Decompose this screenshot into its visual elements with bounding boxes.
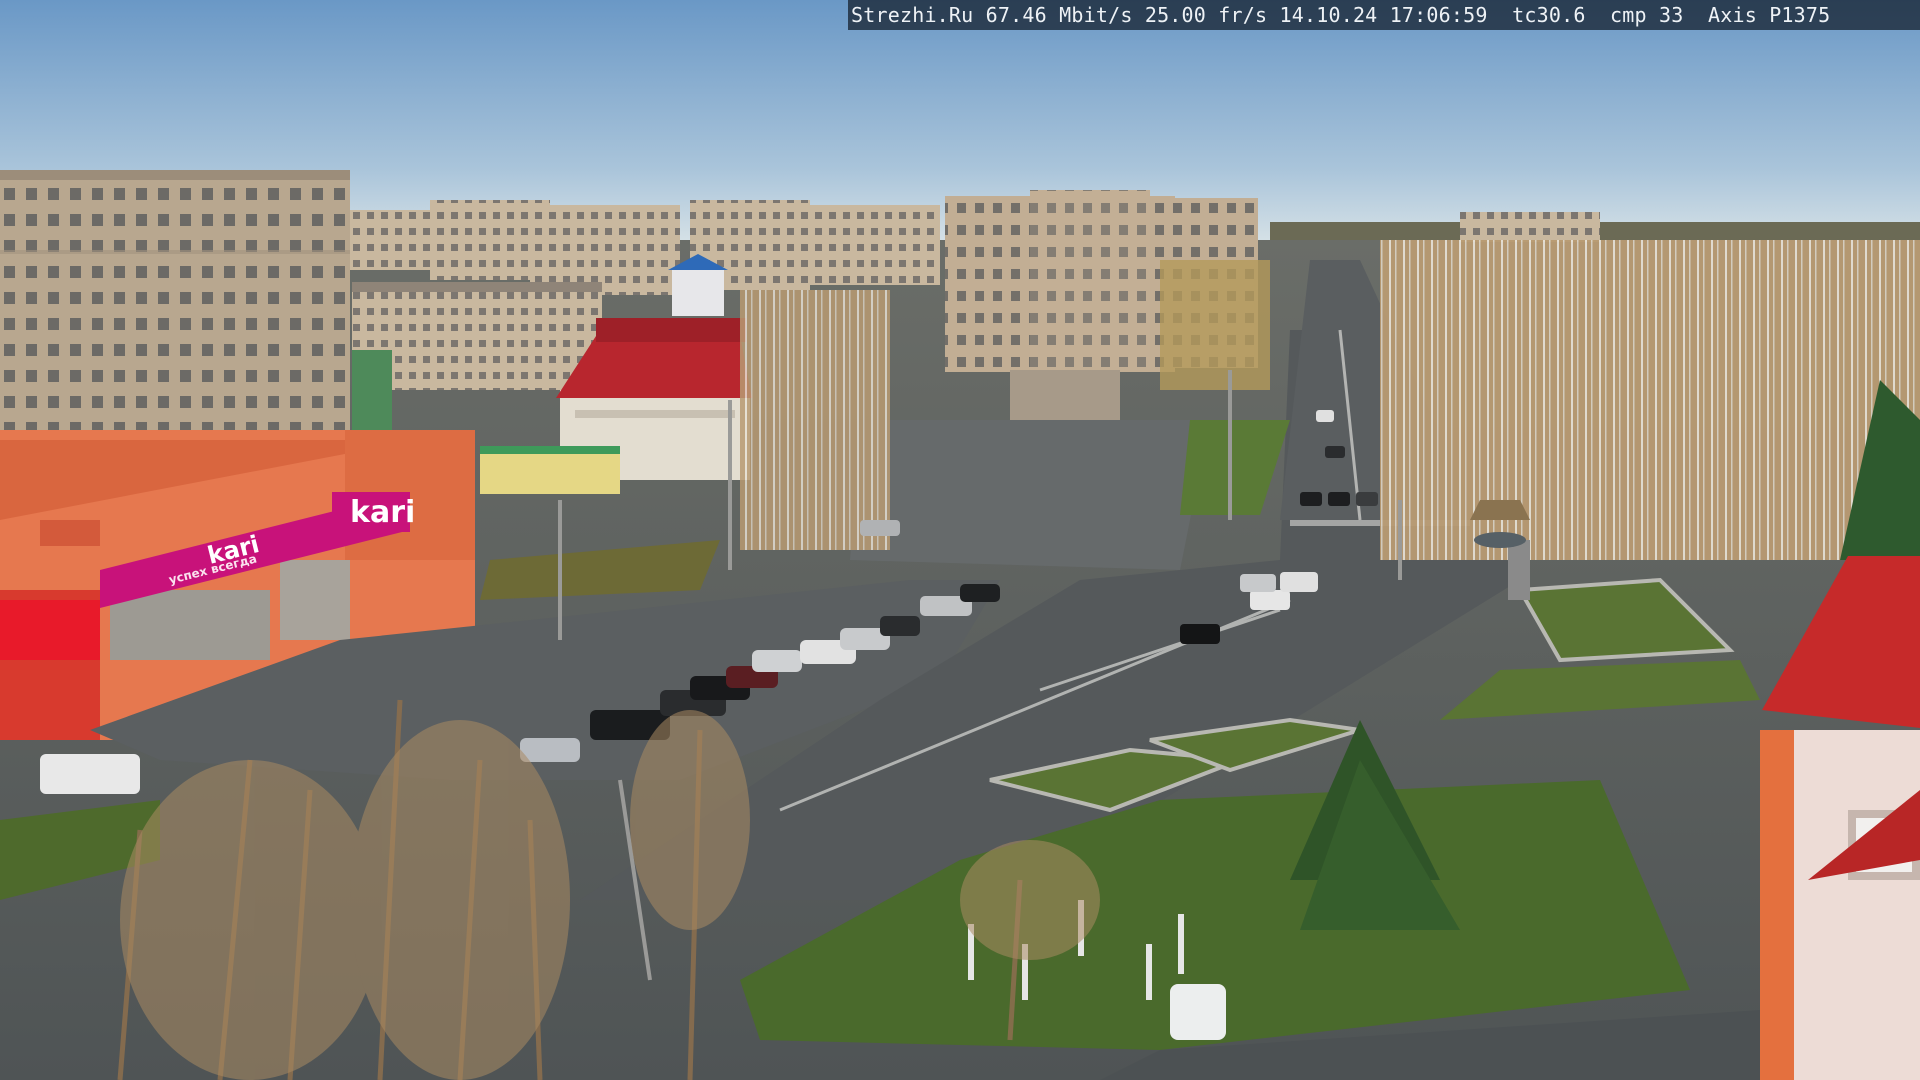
webcam-scene: kari kari успех всегда <box>0 0 1920 1080</box>
birch-grove <box>1380 240 1920 560</box>
green-pavilion <box>480 448 620 494</box>
overlay-site: Strezhi.Ru <box>851 3 974 27</box>
webcam-timestamp-overlay: Strezhi.Ru 67.46 Mbit/s 25.00 fr/s 14.10… <box>848 0 1920 30</box>
overlay-cmp: cmp 33 <box>1610 3 1684 27</box>
overlay-camera-model: Axis P1375 <box>1707 3 1831 27</box>
store-brand-sign: kari <box>350 495 415 530</box>
central-plaza <box>850 420 1210 570</box>
overlay-time: 17:06:59 <box>1389 3 1488 27</box>
overlay-tc: tc30.6 <box>1512 3 1586 27</box>
overlay-bitrate: 67.46 Mbit/s <box>985 3 1133 27</box>
overlay-framerate: 25.00 fr/s <box>1144 3 1268 27</box>
center-birches <box>740 290 890 550</box>
overlay-date: 14.10.24 <box>1279 3 1378 27</box>
mid-trees <box>1160 260 1270 390</box>
